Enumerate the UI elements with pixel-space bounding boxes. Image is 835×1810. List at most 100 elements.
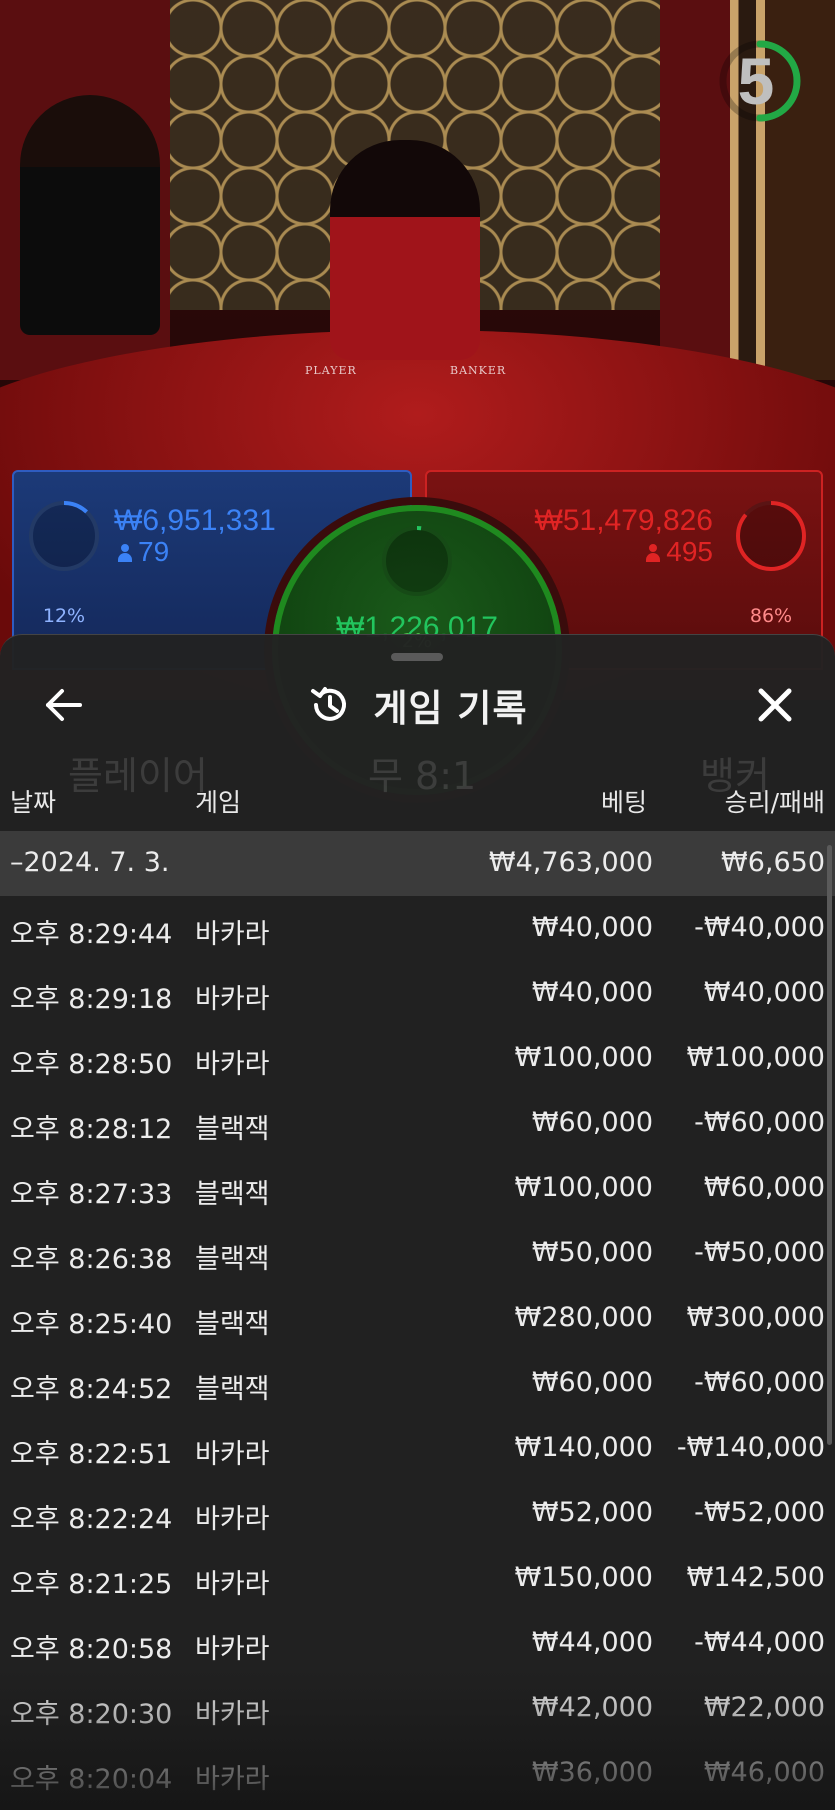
history-row[interactable]: 오후 8:24:52 블랙잭 ₩60,000 -₩60,000 [0,1351,835,1416]
history-row[interactable]: 오후 8:20:58 바카라 ₩44,000 -₩44,000 [0,1611,835,1676]
row-bet: ₩280,000 [514,1302,653,1333]
sheet-title: 게임 기록 [373,687,528,730]
column-date: 날짜 [10,788,57,817]
history-list[interactable]: –2024. 7. 3. ₩4,763,000 ₩6,650 오후 8:29:4… [0,831,835,1806]
row-time: 오후 8:26:38 [10,1244,173,1275]
row-bet: ₩44,000 [531,1627,653,1658]
round-timer: 5 [715,36,805,126]
player-total-amount: ₩6,951,331 [114,504,276,537]
banker-total-amount: ₩51,479,826 [534,504,713,537]
table-label-player: PLAYER [305,364,357,377]
row-bet: ₩36,000 [531,1757,653,1788]
row-time: 오후 8:20:58 [10,1634,173,1665]
history-row[interactable]: 오후 8:29:18 바카라 ₩40,000 ₩40,000 [0,961,835,1026]
row-result: ₩142,500 [686,1562,825,1593]
row-time: 오후 8:25:40 [10,1309,173,1340]
row-time: 오후 8:20:04 [10,1764,173,1795]
column-bet: 베팅 [600,788,647,817]
tie-percent-ring: 2% [379,523,455,652]
history-row[interactable]: 오후 8:29:44 바카라 ₩40,000 -₩40,000 [0,896,835,961]
row-time: 오후 8:21:25 [10,1569,173,1600]
row-game: 바카라 [195,1699,270,1730]
history-row[interactable]: 오후 8:20:30 바카라 ₩42,000 ₩22,000 [0,1676,835,1741]
row-result: -₩52,000 [694,1497,825,1528]
row-time: 오후 8:28:50 [10,1049,173,1080]
row-result: ₩60,000 [703,1172,825,1203]
row-time: 오후 8:20:30 [10,1699,173,1730]
table-label-banker: BANKER [450,364,507,377]
row-game: 바카라 [195,1634,270,1665]
sheet-drag-handle[interactable] [391,653,443,661]
row-bet: ₩50,000 [531,1237,653,1268]
row-bet: ₩60,000 [531,1107,653,1138]
banker-count-value: 495 [666,536,713,567]
sheet-header: 게임 기록 [0,675,835,735]
row-bet: ₩40,000 [531,977,653,1008]
row-time: 오후 8:27:33 [10,1179,173,1210]
row-game: 바카라 [195,1049,270,1080]
history-row[interactable]: 오후 8:22:24 바카라 ₩52,000 -₩52,000 [0,1481,835,1546]
row-game: 블랙잭 [195,1244,270,1275]
row-game: 블랙잭 [195,1179,270,1210]
scrollbar-thumb[interactable] [827,845,832,1445]
history-icon [311,687,347,721]
history-row[interactable]: 오후 8:28:50 바카라 ₩100,000 ₩100,000 [0,1026,835,1091]
row-bet: ₩100,000 [514,1042,653,1073]
row-result: ₩100,000 [686,1042,825,1073]
row-time: 오후 8:22:24 [10,1504,173,1535]
row-bet: ₩42,000 [531,1692,653,1723]
row-bet: ₩52,000 [531,1497,653,1528]
row-result: ₩22,000 [703,1692,825,1723]
row-bet: ₩150,000 [514,1562,653,1593]
history-row[interactable]: 오후 8:22:51 바카라 ₩140,000 -₩140,000 [0,1416,835,1481]
person-icon [646,544,661,562]
date-group-result-total: ₩6,650 [721,847,825,878]
history-row[interactable]: 오후 8:25:40 블랙잭 ₩280,000 ₩300,000 [0,1286,835,1351]
date-group-label: –2024. 7. 3. [10,847,170,878]
player-percent-ring: 12% [26,498,102,627]
row-time: 오후 8:29:18 [10,984,173,1015]
column-result: 승리/패배 [724,788,825,817]
date-group-row[interactable]: –2024. 7. 3. ₩4,763,000 ₩6,650 [0,831,835,896]
person-icon [118,544,132,562]
row-result: -₩40,000 [694,912,825,943]
row-game: 바카라 [195,1764,270,1795]
row-bet: ₩40,000 [531,912,653,943]
row-bet: ₩140,000 [514,1432,653,1463]
date-group-bet-total: ₩4,763,000 [488,847,653,878]
timer-number: 5 [737,44,775,118]
history-row[interactable]: 오후 8:21:25 바카라 ₩150,000 ₩142,500 [0,1546,835,1611]
game-history-sheet: 게임 기록 플레이어 무 8:1 뱅커 날짜 게임 베팅 승리/패배 –2024… [0,634,835,1810]
history-row[interactable]: 오후 8:26:38 블랙잭 ₩50,000 -₩50,000 [0,1221,835,1286]
player-count-value: 79 [138,536,170,567]
history-row[interactable]: 오후 8:28:12 블랙잭 ₩60,000 -₩60,000 [0,1091,835,1156]
history-row[interactable]: 오후 8:27:33 블랙잭 ₩100,000 ₩60,000 [0,1156,835,1221]
row-game: 바카라 [195,1504,270,1535]
row-bet: ₩100,000 [514,1172,653,1203]
close-button[interactable] [751,679,799,731]
row-game: 바카라 [195,919,270,950]
row-result: -₩60,000 [694,1367,825,1398]
row-result: -₩50,000 [694,1237,825,1268]
row-result: -₩60,000 [694,1107,825,1138]
history-column-headers: 날짜 게임 베팅 승리/패배 [0,783,835,833]
history-row[interactable]: 오후 8:20:04 바카라 ₩36,000 ₩46,000 [0,1741,835,1806]
row-game: 바카라 [195,1569,270,1600]
row-result: -₩140,000 [676,1432,825,1463]
player-player-count: 79 [118,536,169,568]
banker-player-count: 495 [646,536,713,568]
row-bet: ₩60,000 [531,1367,653,1398]
close-icon [758,688,792,722]
assistant-dealer [20,95,160,335]
dealer [330,140,480,360]
column-game: 게임 [195,788,242,817]
row-result: -₩44,000 [694,1627,825,1658]
row-time: 오후 8:22:51 [10,1439,173,1470]
row-result: ₩300,000 [686,1302,825,1333]
row-time: 오후 8:28:12 [10,1114,173,1145]
banker-percent-ring: 86% [733,498,809,627]
row-time: 오후 8:29:44 [10,919,173,950]
row-result: ₩40,000 [703,977,825,1008]
row-game: 바카라 [195,1439,270,1470]
row-result: ₩46,000 [703,1757,825,1788]
